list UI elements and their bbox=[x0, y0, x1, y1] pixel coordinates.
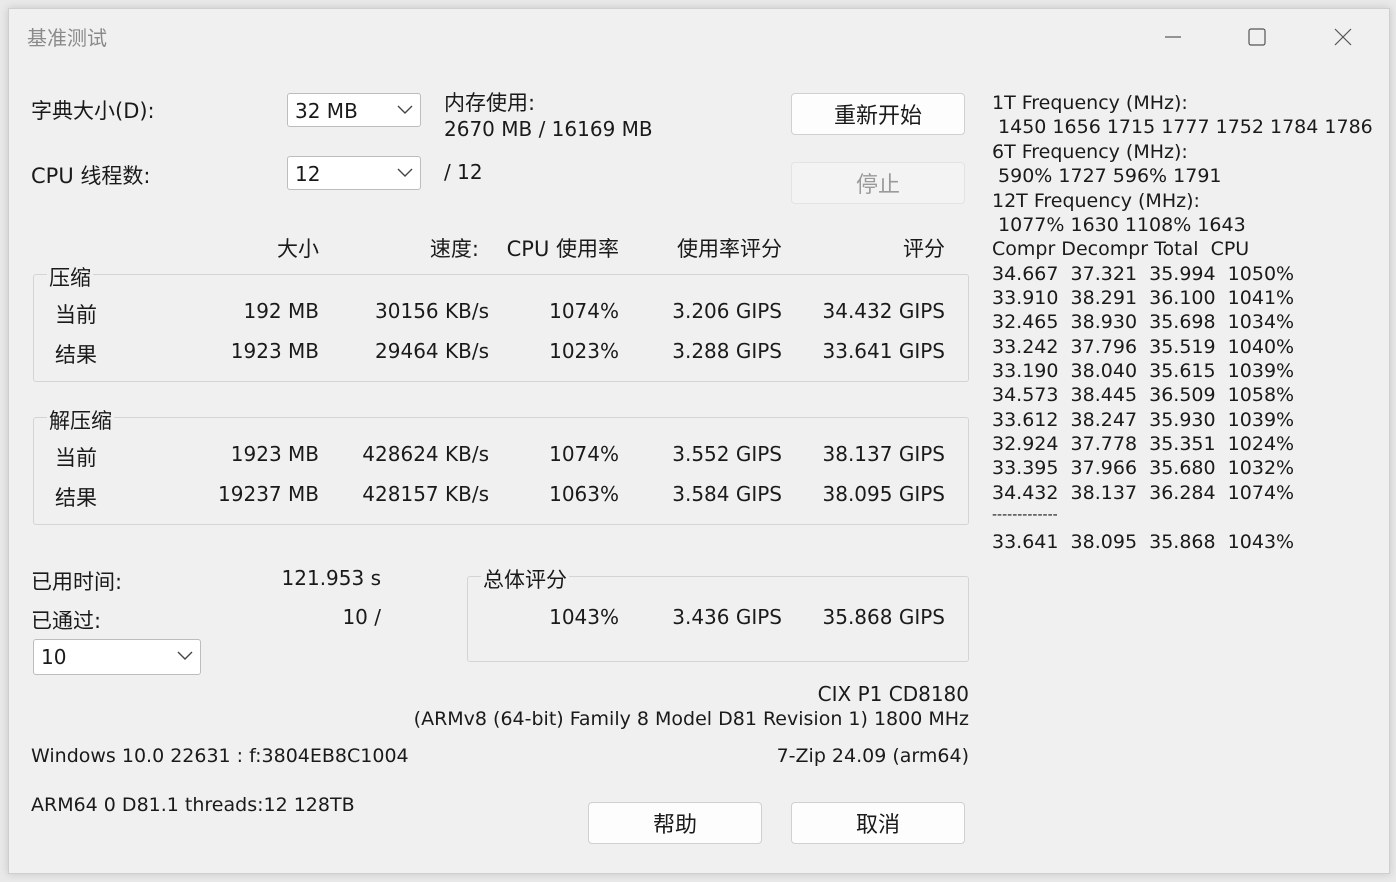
cpu-cell: 1074% bbox=[549, 442, 619, 466]
chevron-down-icon bbox=[397, 168, 413, 177]
cpu-threads-select[interactable]: 12 bbox=[287, 156, 421, 190]
cpu-cell: 1063% bbox=[549, 482, 619, 506]
decompress-group-title: 解压缩 bbox=[47, 405, 114, 435]
cpu-threads-value: 12 bbox=[295, 162, 321, 186]
size-cell: 192 MB bbox=[243, 299, 319, 323]
memory-usage-label: 内存使用: bbox=[444, 91, 536, 115]
header-cpu-usage: CPU 使用率 bbox=[506, 237, 619, 261]
passes-value: 10 / bbox=[342, 605, 381, 629]
elapsed-time-label: 已用时间: bbox=[31, 570, 123, 594]
row-label: 当前 bbox=[55, 446, 97, 470]
total-rating-title: 总体评分 bbox=[481, 564, 569, 594]
row-label: 当前 bbox=[55, 303, 97, 327]
passes-select[interactable]: 10 bbox=[33, 639, 201, 675]
side-line: 33.242 37.796 35.519 1040% bbox=[992, 336, 1295, 358]
side-line: 34.573 38.445 36.509 1058% bbox=[992, 384, 1295, 406]
side-line: 34.667 37.321 35.994 1050% bbox=[992, 263, 1295, 285]
size-cell: 1923 MB bbox=[230, 442, 319, 466]
side-line: 12T Frequency (MHz): bbox=[992, 190, 1200, 212]
stop-button[interactable]: 停止 bbox=[791, 162, 965, 204]
speed-cell: 30156 KB/s bbox=[375, 299, 489, 323]
side-line: 32.465 38.930 35.698 1034% bbox=[992, 311, 1295, 333]
side-line: 1T Frequency (MHz): bbox=[992, 92, 1188, 114]
maximize-icon bbox=[1248, 28, 1266, 46]
cpu-cell: 1074% bbox=[549, 299, 619, 323]
speed-cell: 29464 KB/s bbox=[375, 339, 489, 363]
elapsed-time-value: 121.953 s bbox=[281, 566, 381, 590]
dict-size-value: 32 MB bbox=[295, 99, 358, 123]
rating-cell: 33.641 GIPS bbox=[822, 339, 946, 363]
passes-label: 已通过: bbox=[31, 609, 102, 633]
side-line: 32.924 37.778 35.351 1024% bbox=[992, 433, 1295, 455]
row-label: 结果 bbox=[55, 486, 97, 510]
benchmark-window: 基准测试 字典大小(D): 32 MB CPU 线程数: 12 内存使用: 26… bbox=[8, 8, 1390, 874]
close-icon bbox=[1334, 28, 1352, 46]
minimize-icon bbox=[1165, 36, 1181, 38]
dict-size-select[interactable]: 32 MB bbox=[287, 93, 421, 127]
side-separator: ------------- bbox=[992, 507, 1058, 523]
threads-max-value: / 12 bbox=[444, 160, 483, 184]
usage-rating-cell: 3.584 GIPS bbox=[672, 482, 782, 506]
cpu-description: (ARMv8 (64-bit) Family 8 Model D81 Revis… bbox=[413, 708, 969, 730]
version-info: 7-Zip 24.09 (arm64) bbox=[776, 745, 969, 767]
usage-rating-cell: 3.288 GIPS bbox=[672, 339, 782, 363]
side-line: 6T Frequency (MHz): bbox=[992, 141, 1188, 163]
usage-rating-cell: 3.206 GIPS bbox=[672, 299, 782, 323]
side-line: 33.612 38.247 35.930 1039% bbox=[992, 409, 1295, 431]
os-info: Windows 10.0 22631 : f:3804EB8C1004 bbox=[31, 745, 409, 767]
total-usage-rating-value: 3.436 GIPS bbox=[672, 605, 782, 629]
side-line: 34.432 38.137 36.284 1074% bbox=[992, 482, 1295, 504]
memory-usage-value: 2670 MB / 16169 MB bbox=[444, 117, 653, 141]
compress-group bbox=[33, 274, 969, 382]
speed-cell: 428157 KB/s bbox=[362, 482, 489, 506]
total-cpu-value: 1043% bbox=[549, 605, 619, 629]
row-label: 结果 bbox=[55, 343, 97, 367]
rating-cell: 34.432 GIPS bbox=[822, 299, 946, 323]
side-line: Compr Decompr Total CPU bbox=[992, 238, 1250, 260]
chevron-down-icon bbox=[177, 651, 193, 660]
side-line: 1450 1656 1715 1777 1752 1784 1786 bbox=[992, 116, 1373, 138]
decompress-group bbox=[33, 417, 969, 525]
passes-select-value: 10 bbox=[41, 645, 67, 669]
title-bar[interactable]: 基准测试 bbox=[9, 9, 1389, 65]
side-line: 33.641 38.095 35.868 1043% bbox=[992, 531, 1295, 553]
header-size: 大小 bbox=[277, 237, 319, 261]
header-speed: 速度: bbox=[429, 237, 479, 261]
side-line: 33.910 38.291 36.100 1041% bbox=[992, 287, 1295, 309]
size-cell: 1923 MB bbox=[230, 339, 319, 363]
restart-button[interactable]: 重新开始 bbox=[791, 93, 965, 135]
chevron-down-icon bbox=[397, 105, 413, 114]
minimize-button[interactable] bbox=[1143, 15, 1203, 59]
side-line: 33.395 37.966 35.680 1032% bbox=[992, 457, 1295, 479]
help-button[interactable]: 帮助 bbox=[588, 802, 762, 844]
close-button[interactable] bbox=[1313, 15, 1373, 59]
usage-rating-cell: 3.552 GIPS bbox=[672, 442, 782, 466]
total-rating-value: 35.868 GIPS bbox=[822, 605, 946, 629]
side-line: 1077% 1630 1108% 1643 bbox=[992, 214, 1246, 236]
window-title: 基准测试 bbox=[27, 26, 107, 50]
rating-cell: 38.137 GIPS bbox=[822, 442, 946, 466]
side-line: 33.190 38.040 35.615 1039% bbox=[992, 360, 1295, 382]
side-line: 590% 1727 596% 1791 bbox=[992, 165, 1222, 187]
header-rating: 评分 bbox=[903, 237, 945, 261]
size-cell: 19237 MB bbox=[218, 482, 319, 506]
cpu-threads-label: CPU 线程数: bbox=[31, 164, 151, 188]
header-usage-rating: 使用率评分 bbox=[677, 237, 782, 261]
maximize-button[interactable] bbox=[1227, 15, 1287, 59]
cpu-cell: 1023% bbox=[549, 339, 619, 363]
speed-cell: 428624 KB/s bbox=[362, 442, 489, 466]
cancel-button[interactable]: 取消 bbox=[791, 802, 965, 844]
dict-size-label: 字典大小(D): bbox=[31, 99, 155, 123]
cpu-name: CIX P1 CD8180 bbox=[817, 682, 969, 706]
compress-group-title: 压缩 bbox=[47, 262, 93, 292]
rating-cell: 38.095 GIPS bbox=[822, 482, 946, 506]
arch-info: ARM64 0 D81.1 threads:12 128TB bbox=[31, 794, 355, 816]
